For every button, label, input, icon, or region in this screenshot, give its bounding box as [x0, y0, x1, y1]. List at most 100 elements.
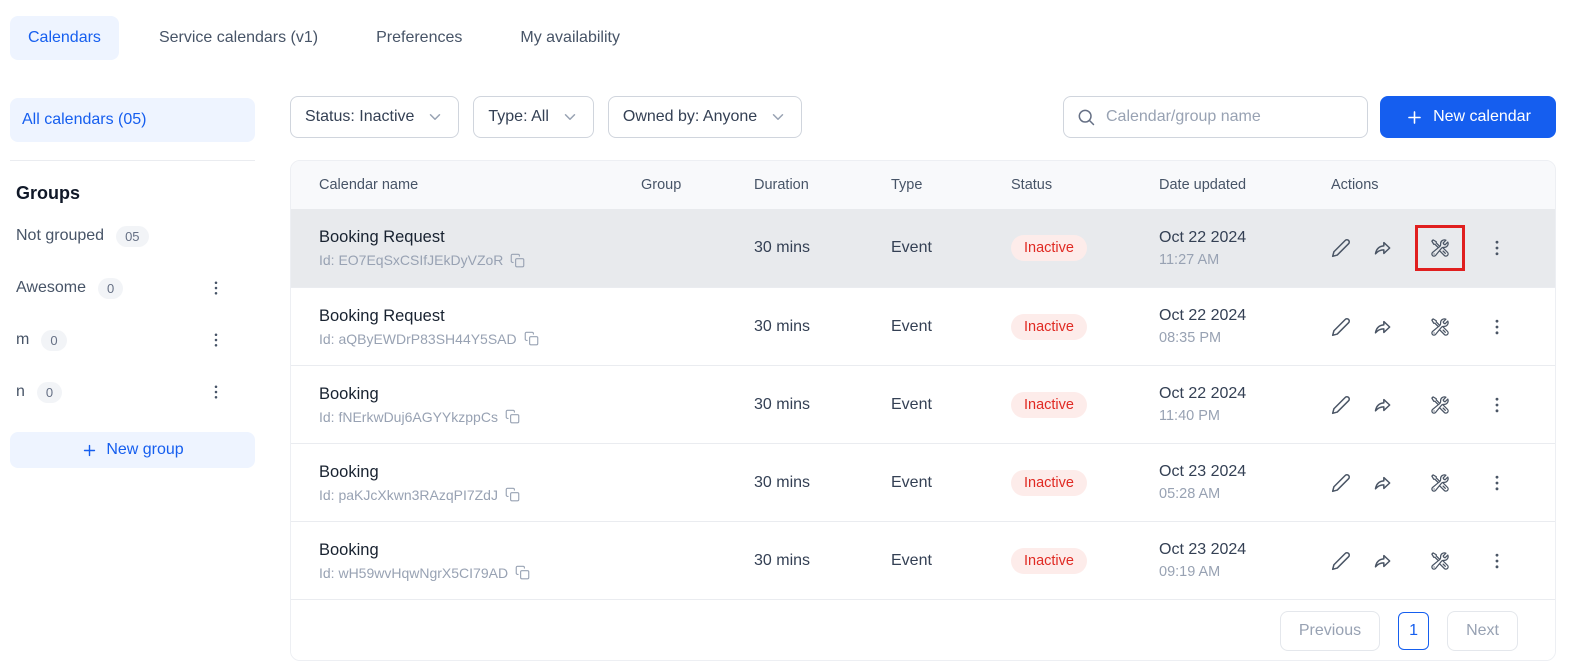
- share-button[interactable]: [1373, 238, 1393, 258]
- kebab-icon: [1487, 473, 1507, 493]
- share-arrow-icon: [1373, 551, 1393, 571]
- plus-icon: [1405, 108, 1424, 127]
- actions-cell: [1331, 225, 1555, 271]
- plus-icon: [81, 442, 98, 459]
- actions-cell: [1331, 382, 1555, 428]
- pencil-icon: [1331, 317, 1351, 337]
- sidebar-item-n[interactable]: n 0: [10, 366, 255, 418]
- tools-button[interactable]: [1430, 395, 1450, 415]
- sidebar-item-all-calendars[interactable]: All calendars (05): [10, 98, 255, 142]
- type-cell: Event: [891, 473, 932, 491]
- new-calendar-label: New calendar: [1433, 108, 1531, 125]
- time-updated: 08:35 PM: [1159, 330, 1222, 346]
- type-filter-dropdown[interactable]: Type: All: [473, 96, 594, 138]
- tools-icon: [1430, 238, 1450, 258]
- calendar-name: Booking Request: [319, 306, 445, 325]
- table-footer: Previous 1 Next: [291, 599, 1555, 660]
- date-updated: Oct 22 2024: [1159, 228, 1247, 246]
- table-row[interactable]: Booking Request Id: EO7EqSxCSIfJEkDyVZoR…: [291, 209, 1555, 287]
- share-arrow-icon: [1373, 395, 1393, 415]
- sidebar-item-m[interactable]: m 0: [10, 314, 255, 366]
- copy-icon[interactable]: [505, 487, 520, 502]
- row-menu-button[interactable]: [1487, 317, 1507, 337]
- time-updated: 09:19 AM: [1159, 564, 1221, 580]
- kebab-icon: [1487, 395, 1507, 415]
- kebab-icon: [1487, 551, 1507, 571]
- tools-button[interactable]: [1430, 473, 1450, 493]
- kebab-icon: [207, 279, 225, 297]
- tab-calendars[interactable]: Calendars: [10, 16, 119, 60]
- tools-wrap: [1415, 304, 1465, 350]
- calendar-id: Id: aQByEWDrP83SH44Y5SAD: [319, 331, 641, 347]
- row-menu-button[interactable]: [1487, 473, 1507, 493]
- edit-button[interactable]: [1331, 473, 1351, 493]
- group-count-badge: 0: [41, 329, 67, 351]
- header-duration: Duration: [754, 177, 809, 193]
- owner-filter-dropdown[interactable]: Owned by: Anyone: [607, 96, 803, 138]
- tools-button[interactable]: [1430, 551, 1450, 571]
- search-icon: [1076, 107, 1096, 127]
- group-menu-button[interactable]: [207, 279, 225, 297]
- edit-button[interactable]: [1331, 317, 1351, 337]
- sidebar-item-not-grouped[interactable]: Not grouped 05: [10, 210, 255, 262]
- table-row[interactable]: Booking Request Id: aQByEWDrP83SH44Y5SAD…: [291, 287, 1555, 365]
- tools-button[interactable]: [1430, 238, 1450, 258]
- group-name: Not grouped: [16, 227, 105, 244]
- share-arrow-icon: [1373, 317, 1393, 337]
- new-calendar-button[interactable]: New calendar: [1380, 96, 1556, 138]
- tools-icon: [1430, 473, 1450, 493]
- search-input[interactable]: [1063, 96, 1368, 138]
- edit-button[interactable]: [1331, 551, 1351, 571]
- share-button[interactable]: [1373, 473, 1393, 493]
- tools-button[interactable]: [1430, 317, 1450, 337]
- edit-button[interactable]: [1331, 238, 1351, 258]
- group-menu-button[interactable]: [207, 383, 225, 401]
- copy-icon[interactable]: [515, 565, 530, 580]
- status-badge: Inactive: [1011, 469, 1087, 496]
- header-date-updated: Date updated: [1159, 177, 1247, 193]
- calendar-name: Booking: [319, 540, 379, 559]
- status-filter-dropdown[interactable]: Status: Inactive: [290, 96, 460, 138]
- next-page-button[interactable]: Next: [1447, 610, 1518, 651]
- time-updated: 05:28 AM: [1159, 486, 1221, 502]
- row-menu-button[interactable]: [1487, 395, 1507, 415]
- group-count-badge: 05: [116, 225, 149, 247]
- status-badge: Inactive: [1011, 547, 1087, 574]
- tab-my-availability[interactable]: My availability: [502, 16, 638, 60]
- table-row[interactable]: Booking Id: wH59wvHqwNgrX5CI79AD 30 mins…: [291, 521, 1555, 599]
- edit-button[interactable]: [1331, 395, 1351, 415]
- pencil-icon: [1331, 395, 1351, 415]
- previous-page-button[interactable]: Previous: [1279, 610, 1381, 651]
- status-badge: Inactive: [1011, 313, 1087, 340]
- calendar-name: Booking: [319, 384, 379, 403]
- tools-wrap: [1415, 382, 1465, 428]
- share-arrow-icon: [1373, 238, 1393, 258]
- copy-icon[interactable]: [510, 253, 525, 268]
- tab-service-calendars[interactable]: Service calendars (v1): [141, 16, 336, 60]
- new-group-button[interactable]: New group: [10, 432, 255, 468]
- tools-icon: [1430, 551, 1450, 571]
- actions-cell: [1331, 304, 1555, 350]
- type-cell: Event: [891, 395, 932, 413]
- row-menu-button[interactable]: [1487, 238, 1507, 258]
- copy-icon[interactable]: [524, 331, 539, 346]
- copy-icon[interactable]: [505, 409, 520, 424]
- table-header: Calendar name Group Duration Type Status…: [291, 161, 1555, 209]
- sidebar-divider: [10, 160, 255, 161]
- calendar-id: Id: paKJcXkwn3RAzqPI7ZdJ: [319, 487, 641, 503]
- date-updated: Oct 22 2024: [1159, 385, 1247, 402]
- type-filter-label: Type: All: [488, 108, 549, 125]
- tab-preferences[interactable]: Preferences: [358, 16, 480, 60]
- share-button[interactable]: [1373, 317, 1393, 337]
- group-menu-button[interactable]: [207, 331, 225, 349]
- status-badge: Inactive: [1011, 235, 1087, 261]
- sidebar-item-awesome[interactable]: Awesome 0: [10, 262, 255, 314]
- table-row[interactable]: Booking Id: paKJcXkwn3RAzqPI7ZdJ 30 mins…: [291, 443, 1555, 521]
- table-row[interactable]: Booking Id: fNErkwDuj6AGYYkzppCs 30 mins…: [291, 365, 1555, 443]
- share-button[interactable]: [1373, 395, 1393, 415]
- share-button[interactable]: [1373, 551, 1393, 571]
- row-menu-button[interactable]: [1487, 551, 1507, 571]
- actions-cell: [1331, 538, 1555, 584]
- page-number-button[interactable]: 1: [1398, 611, 1430, 650]
- date-updated: Oct 23 2024: [1159, 463, 1247, 480]
